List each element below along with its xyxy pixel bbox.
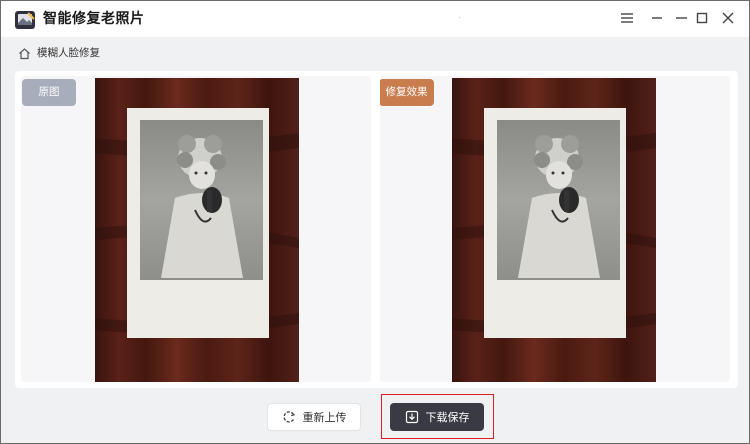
reupload-label: 重新上传	[302, 411, 347, 424]
download-label: 下载保存	[425, 411, 470, 424]
home-icon[interactable]	[18, 47, 31, 60]
breadcrumb[interactable]: 模糊人脸修复	[18, 45, 100, 61]
repaired-pane: 修复效果	[380, 76, 730, 382]
original-tag: 原图	[22, 79, 76, 106]
titlebar-separator	[459, 17, 460, 18]
repaired-tag: 修复效果	[380, 79, 434, 106]
app-window: 智能修复老照片 模糊人脸修复 原图 修复效果 重新上传 下载保存	[0, 0, 750, 444]
maximize-icon[interactable]	[673, 9, 691, 27]
download-icon	[405, 410, 418, 424]
minimize-icon[interactable]	[648, 9, 666, 27]
close-icon[interactable]	[719, 9, 737, 27]
refresh-icon	[282, 411, 295, 423]
title-bar: 智能修复老照片	[1, 1, 749, 37]
download-button[interactable]: 下载保存	[390, 403, 484, 431]
app-title: 智能修复老照片	[43, 11, 145, 27]
breadcrumb-label: 模糊人脸修复	[37, 47, 100, 59]
repaired-photo	[452, 78, 656, 382]
hamburger-menu-icon[interactable]	[618, 9, 636, 27]
original-photo	[95, 78, 299, 382]
photo-repair-logo-icon	[15, 11, 35, 29]
original-pane: 原图	[21, 76, 371, 382]
compare-panel: 原图 修复效果	[15, 71, 738, 388]
restore-icon[interactable]	[693, 9, 711, 27]
reupload-button[interactable]: 重新上传	[267, 403, 361, 431]
